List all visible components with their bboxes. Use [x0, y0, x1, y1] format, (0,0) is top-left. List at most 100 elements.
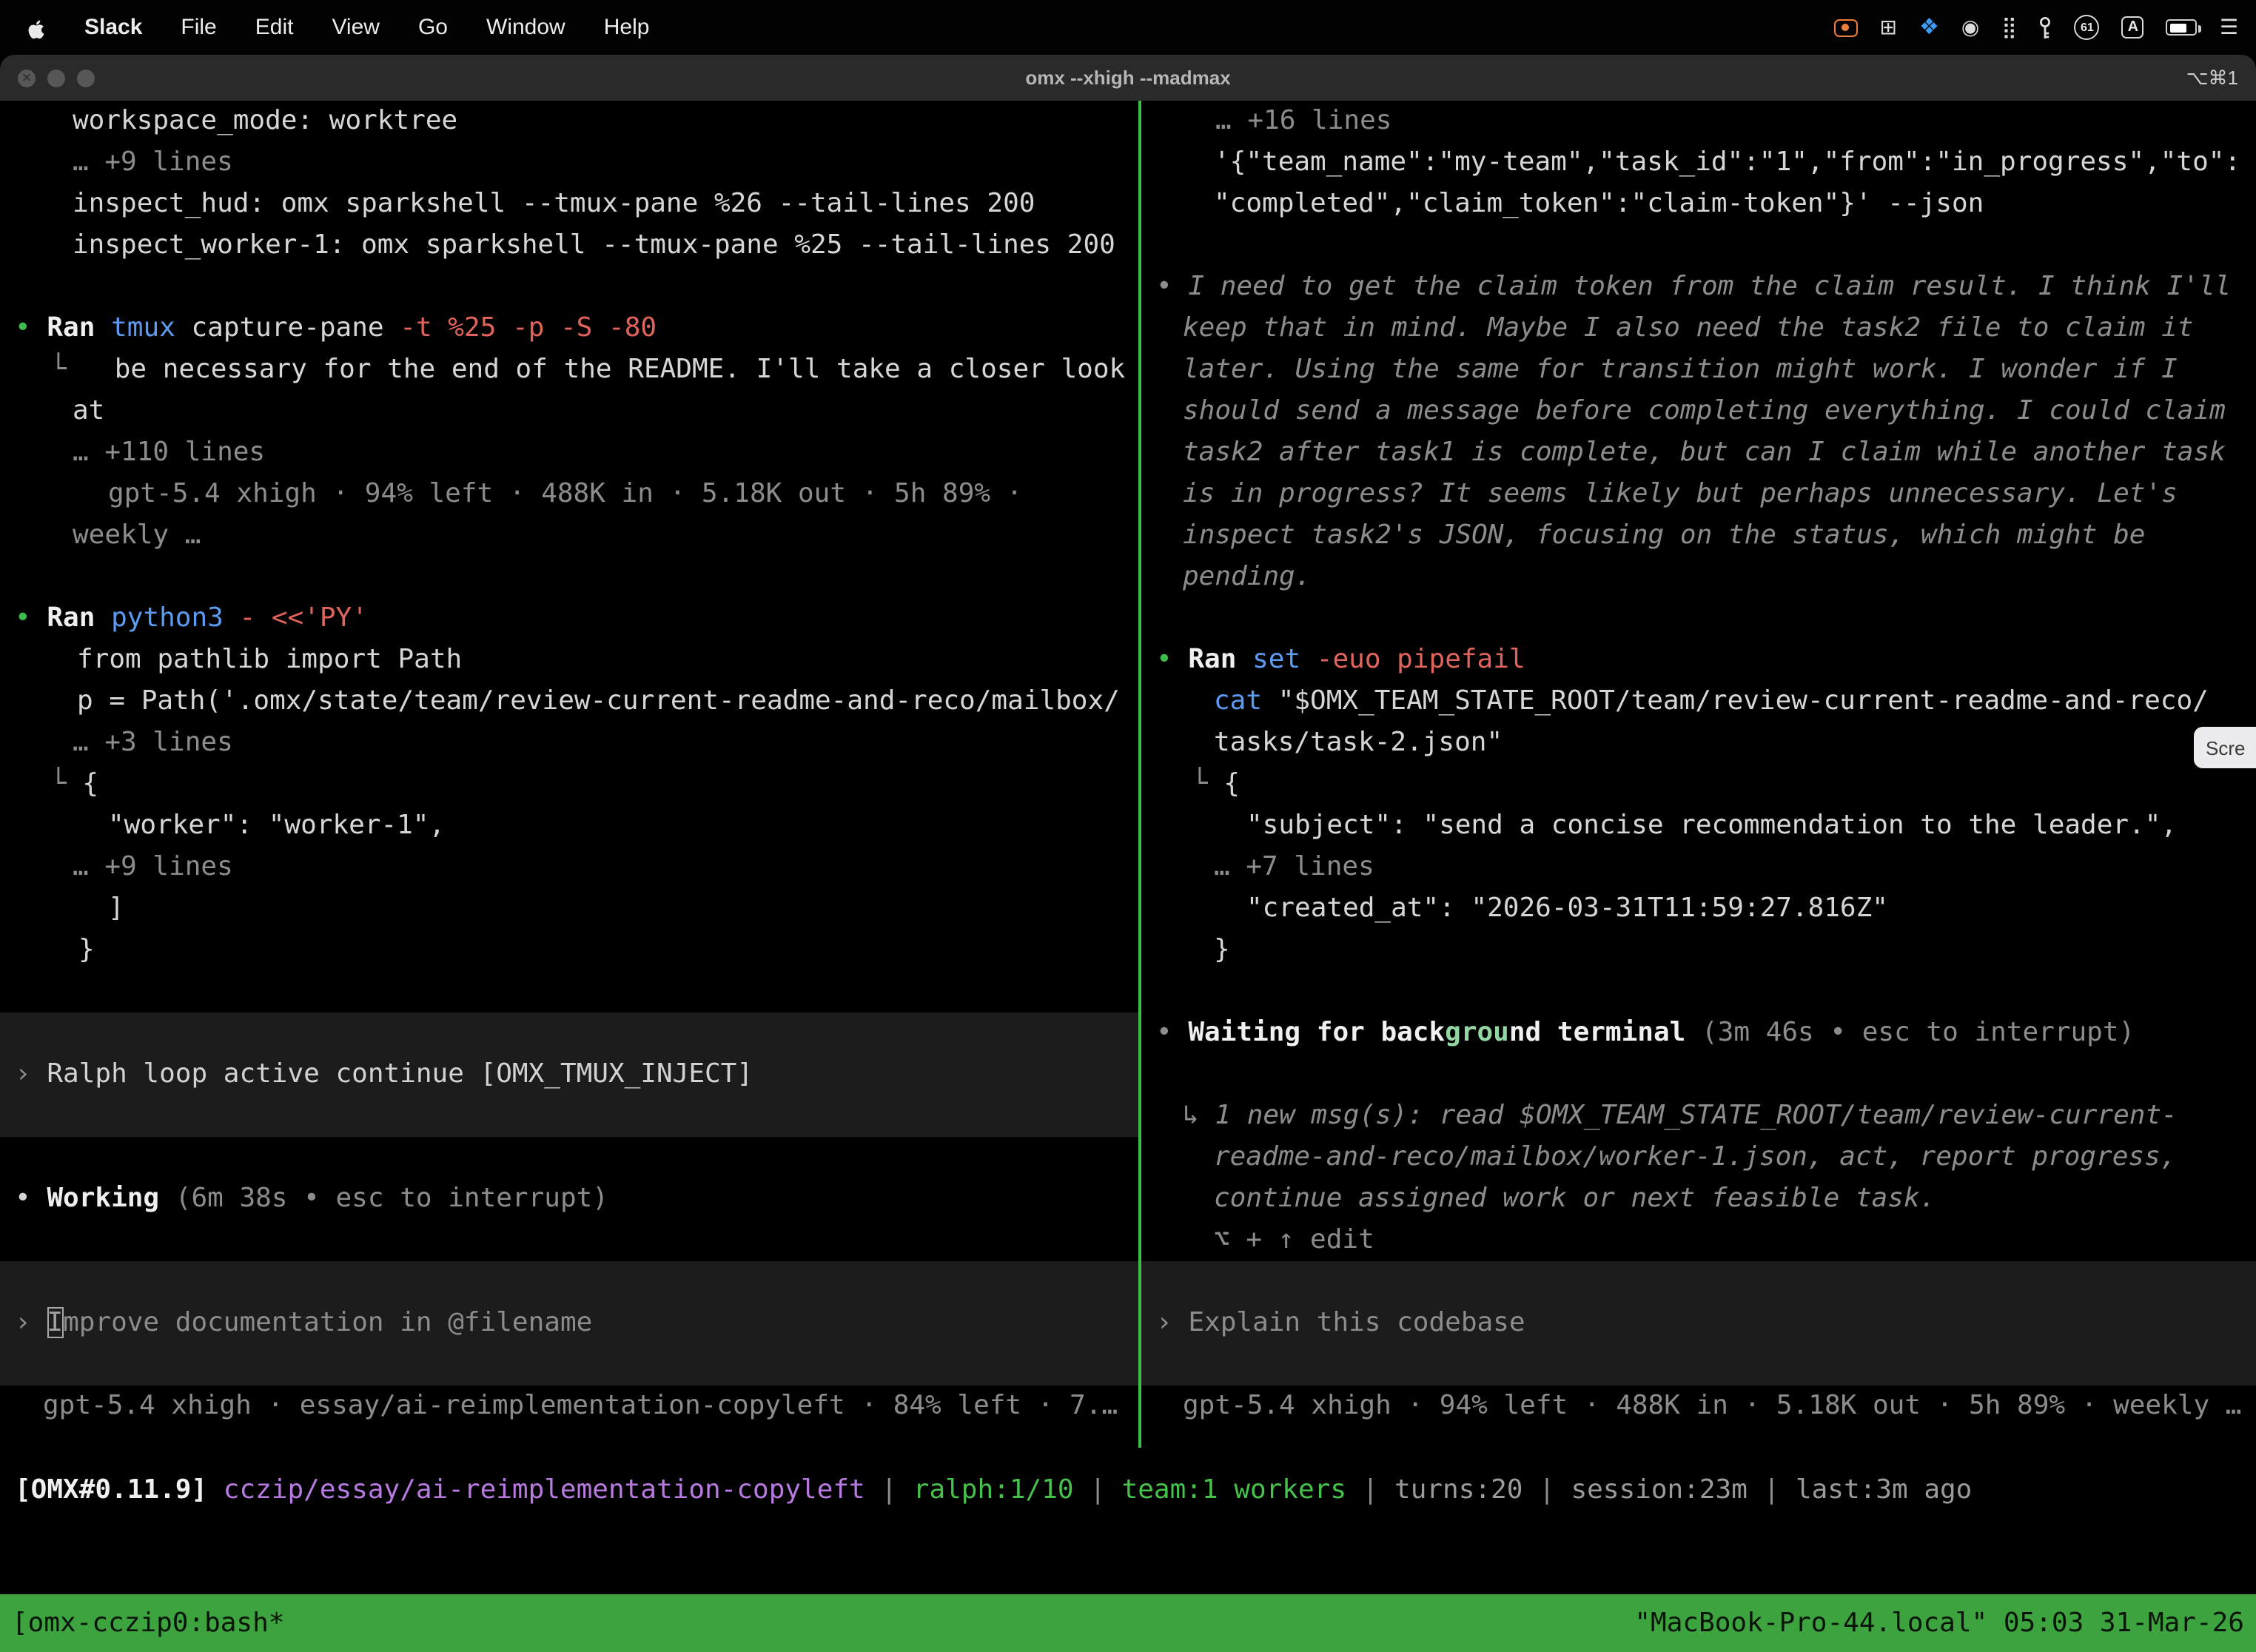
- terminal-line: › Improve documentation in @filename: [0, 1303, 1138, 1344]
- terminal-line: weekly …: [0, 515, 1138, 557]
- menu-bar: Slack File Edit View Go Window Help ⊞ ❖ ◉ ⣿ 61…: [0, 0, 2256, 55]
- terminal-window: × omx --xhigh --madmax ⌥⌘1 workspace_mod…: [0, 55, 2256, 1652]
- terminal-line: … +9 lines: [0, 142, 1138, 184]
- terminal-line: [0, 1137, 1138, 1178]
- status-segment: [OMX#0.11.9]: [15, 1474, 207, 1505]
- terminal-line: └ be necessary for the end of the README…: [0, 349, 1138, 391]
- status-segment: cczip/essay/ai-reimplementation-copyleft: [224, 1474, 865, 1505]
- input-source-icon[interactable]: A: [2122, 16, 2144, 38]
- terminal-line: later. Using the same for transition mig…: [1141, 349, 2256, 391]
- terminal-line: [0, 1095, 1138, 1137]
- tmux-status-bar: [omx-cczip0:bash* "MacBook-Pro-44.local"…: [0, 1594, 2256, 1652]
- window-shortcut-hint: ⌥⌘1: [2186, 66, 2238, 90]
- key-icon[interactable]: [2039, 16, 2052, 39]
- close-button[interactable]: ×: [18, 69, 36, 87]
- terminal-line: [1141, 598, 2256, 639]
- screen-recording-icon[interactable]: [1834, 19, 1858, 36]
- omx-status-line: [OMX#0.11.9] cczip/essay/ai-reimplementa…: [15, 1470, 1972, 1511]
- tmux-session-label: [omx-cczip0:bash*: [12, 1602, 284, 1644]
- terminal-line: [0, 1013, 1138, 1054]
- terminal-line: gpt-5.4 xhigh · 94% left · 488K in · 5.1…: [1141, 1386, 2256, 1427]
- terminal-line: › Explain this codebase: [1141, 1303, 2256, 1344]
- menu-item-slack[interactable]: Slack: [84, 15, 142, 40]
- terminal-line: task2 after task1 is complete, but can I…: [1141, 432, 2256, 474]
- menu-bar-status-icons: ⊞ ❖ ◉ ⣿ 61 A ☰: [1834, 15, 2238, 40]
- tmux-host-clock-label: "MacBook-Pro-44.local" 05:03 31-Mar-26: [1634, 1602, 2244, 1644]
- terminal-line: gpt-5.4 xhigh · 94% left · 488K in · 5.1…: [0, 474, 1138, 515]
- menu-lines-icon[interactable]: ☰: [2220, 17, 2238, 38]
- tmux-pane-left[interactable]: workspace_mode: worktree… +9 linesinspec…: [0, 101, 1138, 1430]
- terminal[interactable]: workspace_mode: worktree… +9 linesinspec…: [0, 101, 2256, 1652]
- menu-item-file[interactable]: File: [181, 15, 216, 40]
- zoom-button[interactable]: [77, 69, 95, 87]
- terminal-line: '{"team_name":"my-team","task_id":"1","f…: [1141, 142, 2256, 184]
- terminal-line: at: [0, 391, 1138, 432]
- terminal-line: keep that in mind. Maybe I also need the…: [1141, 308, 2256, 349]
- terminal-line: p = Path('.omx/state/team/review-current…: [0, 681, 1138, 722]
- terminal-line: [0, 557, 1138, 598]
- screen: Slack File Edit View Go Window Help ⊞ ❖ ◉ ⣿ 61…: [0, 0, 2256, 1652]
- terminal-line: ↳ 1 new msg(s): read $OMX_TEAM_STATE_ROO…: [1141, 1095, 2256, 1137]
- terminal-line: [1141, 1054, 2256, 1095]
- tmux-pane-right[interactable]: … +16 lines'{"team_name":"my-team","task…: [1141, 101, 2256, 1430]
- menu-item-view[interactable]: View: [332, 15, 380, 40]
- apple-menu-icon[interactable]: [27, 16, 46, 39]
- terminal-line: [1141, 225, 2256, 266]
- terminal-line: tasks/task-2.json": [1141, 722, 2256, 764]
- terminal-line: inspect_worker-1: omx sparkshell --tmux-…: [0, 225, 1138, 266]
- terminal-line: ]: [0, 888, 1138, 930]
- terminal-line: • Waiting for background terminal (3m 46…: [1141, 1013, 2256, 1054]
- status-segment: |: [1748, 1474, 1796, 1505]
- status-segment: |: [1346, 1474, 1394, 1505]
- terminal-line: └ {: [1141, 764, 2256, 805]
- terminal-line: … +7 lines: [1141, 847, 2256, 888]
- status-segment: turns:20: [1394, 1474, 1523, 1505]
- terminal-line: [0, 1344, 1138, 1386]
- terminal-line: "worker": "worker-1",: [0, 805, 1138, 847]
- window-title-bar[interactable]: × omx --xhigh --madmax ⌥⌘1: [0, 55, 2256, 101]
- terminal-line: [1141, 1344, 2256, 1386]
- terminal-line: • I need to get the claim token from the…: [1141, 266, 2256, 308]
- status-segment: |: [865, 1474, 913, 1505]
- status-segment: |: [1074, 1474, 1122, 1505]
- window-title: omx --xhigh --madmax: [1025, 67, 1230, 89]
- screen-edge-overlay[interactable]: Scre: [2194, 727, 2256, 768]
- battery-icon[interactable]: [2166, 19, 2198, 36]
- battery-percent-icon[interactable]: 61: [2075, 15, 2100, 40]
- terminal-line: inspect_hud: omx sparkshell --tmux-pane …: [0, 184, 1138, 225]
- status-segment: [207, 1474, 224, 1505]
- terminal-line: [1141, 971, 2256, 1013]
- menu-item-window[interactable]: Window: [486, 15, 565, 40]
- terminal-line: • Working (6m 38s • esc to interrupt): [0, 1178, 1138, 1220]
- grid-app-icon[interactable]: ⊞: [1880, 17, 1897, 38]
- terminal-line: }: [1141, 930, 2256, 971]
- terminal-line: continue assigned work or next feasible …: [1141, 1178, 2256, 1220]
- terminal-line: "completed","claim_token":"claim-token"}…: [1141, 184, 2256, 225]
- menu-item-go[interactable]: Go: [418, 15, 448, 40]
- terminal-line: inspect task2's JSON, focusing on the st…: [1141, 515, 2256, 557]
- terminal-line: • Ran set -euo pipefail: [1141, 639, 2256, 681]
- terminal-line: is in progress? It seems likely but perh…: [1141, 474, 2256, 515]
- menu-items: Slack File Edit View Go Window Help: [84, 15, 649, 40]
- menu-item-edit[interactable]: Edit: [255, 15, 294, 40]
- status-segment: |: [1523, 1474, 1571, 1505]
- terminal-line: [0, 971, 1138, 1013]
- status-segment: session:23m: [1571, 1474, 1747, 1505]
- circle-app-icon[interactable]: ◉: [1961, 17, 1979, 38]
- blue-app-icon[interactable]: ❖: [1919, 16, 1939, 38]
- terminal-line: "subject": "send a concise recommendatio…: [1141, 805, 2256, 847]
- menu-item-help[interactable]: Help: [604, 15, 650, 40]
- terminal-line: … +16 lines: [1141, 101, 2256, 142]
- status-segment: last:3m ago: [1796, 1474, 1972, 1505]
- status-segment: team:1 workers: [1122, 1474, 1346, 1505]
- terminal-line: [1141, 1261, 2256, 1303]
- terminal-line: [0, 1220, 1138, 1261]
- terminal-line: readme-and-reco/mailbox/worker-1.json, a…: [1141, 1137, 2256, 1178]
- terminal-line: should send a message before completing …: [1141, 391, 2256, 432]
- terminal-line: gpt-5.4 xhigh · essay/ai-reimplementatio…: [0, 1386, 1138, 1427]
- terminal-line: from pathlib import Path: [0, 639, 1138, 681]
- dots-grid-icon[interactable]: ⣿: [2001, 17, 2017, 38]
- terminal-line: [0, 1261, 1138, 1303]
- minimize-button[interactable]: [47, 69, 65, 87]
- terminal-line: └ {: [0, 764, 1138, 805]
